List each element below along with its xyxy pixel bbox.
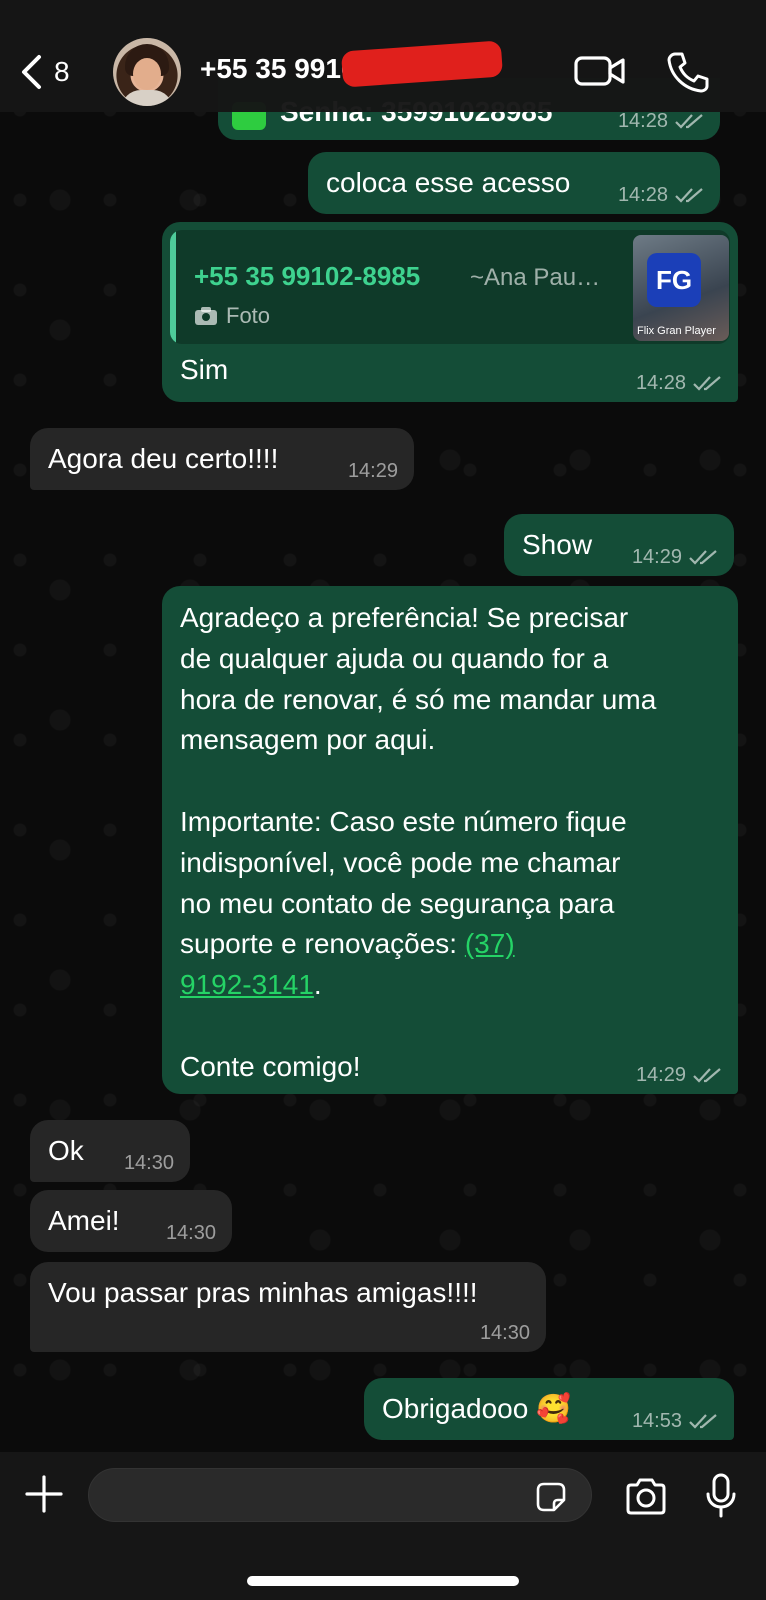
message-bubble-incoming[interactable]: Amei! 14:30 bbox=[30, 1190, 232, 1252]
quote-accent-bar bbox=[170, 230, 176, 344]
double-check-icon bbox=[693, 1068, 721, 1083]
message-bubble-incoming[interactable]: Agora deu certo!!!! 14:29 bbox=[30, 428, 414, 490]
back-button[interactable]: 8 bbox=[20, 50, 90, 94]
composer-bar bbox=[0, 1452, 766, 1600]
double-check-icon bbox=[689, 550, 717, 565]
message-line bbox=[180, 761, 720, 802]
message-bubble-reply[interactable]: +55 35 99102-8985 ~Ana Pau… Foto FG Flix… bbox=[162, 222, 738, 402]
message-time: 14:29 bbox=[632, 546, 718, 568]
redaction-mark bbox=[340, 40, 504, 88]
message-bubble-outgoing-long[interactable]: Agradeço a preferência! Se precisar de q… bbox=[162, 586, 738, 1094]
message-text: Agora deu certo!!!! bbox=[48, 443, 279, 474]
message-bubble-incoming[interactable]: Vou passar pras minhas amigas!!!! 14:30 bbox=[30, 1262, 546, 1352]
message-text: Vou passar pras minhas amigas!!!! bbox=[48, 1277, 478, 1308]
message-time: 14:30 bbox=[165, 1222, 216, 1244]
message-text: Ok bbox=[48, 1135, 84, 1166]
double-check-icon bbox=[693, 376, 721, 391]
message-line: Importante: Caso este número fique bbox=[180, 805, 627, 837]
double-check-icon bbox=[689, 1414, 717, 1429]
message-text: Obrigadooo 🥰 bbox=[382, 1393, 571, 1424]
message-time: 14:28 bbox=[618, 110, 704, 132]
app-logo: FG bbox=[647, 253, 701, 307]
quoted-thumbnail: FG Flix Gran Player bbox=[633, 235, 729, 341]
message-time: 14:30 bbox=[479, 1322, 530, 1344]
quoted-alias: ~Ana Pau… bbox=[470, 264, 601, 291]
message-time: 14:29 bbox=[347, 460, 398, 482]
message-time: 14:30 bbox=[123, 1152, 174, 1174]
message-text: Show bbox=[522, 529, 593, 560]
video-camera-icon[interactable] bbox=[574, 52, 626, 90]
sticker-icon[interactable] bbox=[534, 1480, 568, 1514]
message-time: 14:29 bbox=[636, 1064, 722, 1086]
message-input[interactable] bbox=[88, 1468, 592, 1522]
message-line: hora de renovar, é só me mandar uma bbox=[180, 683, 657, 715]
camera-small-icon bbox=[195, 307, 217, 325]
home-indicator bbox=[247, 1576, 519, 1586]
double-check-icon bbox=[675, 114, 703, 129]
phone-link[interactable]: 9192-3141 bbox=[180, 969, 314, 1000]
message-time: 14:28 bbox=[618, 184, 704, 206]
camera-icon[interactable] bbox=[624, 1476, 668, 1516]
message-line bbox=[180, 1006, 720, 1047]
message-bubble-outgoing[interactable]: coloca esse acesso 14:28 bbox=[308, 152, 720, 214]
message-time: 14:28 bbox=[636, 372, 722, 394]
thumbnail-caption: Flix Gran Player bbox=[637, 325, 716, 337]
quoted-media-label: Foto bbox=[194, 296, 270, 336]
avatar[interactable] bbox=[113, 38, 181, 106]
message-line: indisponível, você pode me chamar bbox=[180, 846, 621, 878]
message-text: coloca esse acesso bbox=[326, 167, 571, 198]
message-line: 9192-3141. bbox=[180, 969, 322, 1001]
message-line: de qualquer ajuda ou quando for a bbox=[180, 642, 609, 674]
chat-header: 8 +55 35 9910285 bbox=[0, 0, 766, 112]
phone-icon[interactable] bbox=[666, 50, 710, 94]
quoted-message[interactable]: +55 35 99102-8985 ~Ana Pau… Foto FG Flix… bbox=[170, 230, 730, 344]
chevron-left-icon bbox=[22, 55, 41, 89]
message-line: Agradeço a preferência! Se precisar bbox=[180, 602, 629, 633]
message-line: suporte e renovações: (37) bbox=[180, 928, 515, 960]
message-text-block: Agradeço a preferência! Se precisar de q… bbox=[180, 598, 720, 1088]
unread-count: 8 bbox=[54, 56, 70, 87]
plus-icon[interactable] bbox=[24, 1474, 64, 1514]
quoted-sender: +55 35 99102-8985 bbox=[194, 261, 421, 291]
message-line: mensagem por aqui. bbox=[180, 724, 436, 756]
message-text: Sim bbox=[180, 354, 229, 385]
message-time: 14:53 bbox=[632, 1410, 718, 1432]
message-line: no meu contato de segurança para bbox=[180, 887, 615, 919]
message-bubble-incoming[interactable]: Ok 14:30 bbox=[30, 1120, 190, 1182]
microphone-icon[interactable] bbox=[704, 1472, 738, 1520]
message-bubble-outgoing[interactable]: Show 14:29 bbox=[504, 514, 734, 576]
message-text: Amei! bbox=[48, 1205, 120, 1236]
message-bubble-outgoing[interactable]: Obrigadooo 🥰 14:53 bbox=[364, 1378, 734, 1440]
double-check-icon bbox=[675, 188, 703, 203]
phone-link[interactable]: (37) bbox=[465, 928, 515, 959]
